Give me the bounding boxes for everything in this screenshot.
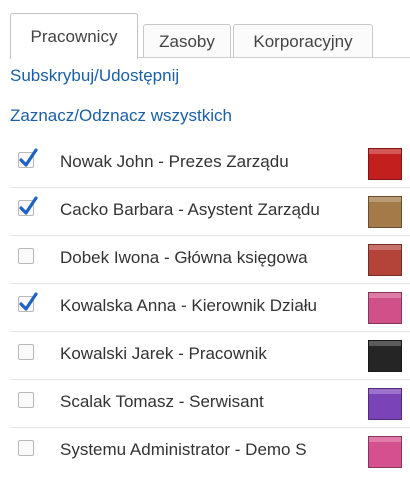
color-swatch[interactable] bbox=[368, 388, 402, 420]
employee-row[interactable]: Dobek Iwona - Główna księgowa bbox=[10, 236, 410, 284]
employee-checkbox[interactable] bbox=[18, 344, 34, 360]
subscribe-share-link[interactable]: Subskrybuj/Udostępnij bbox=[10, 66, 179, 86]
employee-label: Kowalska Anna - Kierownik Działu bbox=[60, 296, 318, 315]
employee-checkbox[interactable] bbox=[18, 292, 38, 312]
calendar-people-panel: Pracownicy Zasoby Korporacyjny Subskrybu… bbox=[10, 0, 410, 489]
color-swatch[interactable] bbox=[368, 292, 402, 324]
employee-list: Nowak John - Prezes Zarządu Cacko Barbara… bbox=[10, 140, 410, 476]
employee-label: Scalak Tomasz - Serwisant bbox=[60, 392, 264, 411]
checkmark-icon bbox=[19, 148, 38, 167]
select-all-link[interactable]: Zaznacz/Odznacz wszystkich bbox=[10, 106, 232, 126]
employee-label: Nowak John - Prezes Zarządu bbox=[60, 152, 289, 171]
employee-checkbox[interactable] bbox=[18, 248, 34, 264]
employee-row[interactable]: Scalak Tomasz - Serwisant bbox=[10, 380, 410, 428]
color-swatch[interactable] bbox=[368, 436, 402, 468]
checkmark-icon bbox=[19, 292, 38, 311]
employee-label: Kowalski Jarek - Pracownik bbox=[60, 344, 267, 363]
checkmark-icon bbox=[19, 196, 38, 215]
employee-row[interactable]: Kowalska Anna - Kierownik Działu bbox=[10, 284, 410, 332]
color-swatch[interactable] bbox=[368, 148, 402, 180]
tab-pracownicy[interactable]: Pracownicy bbox=[10, 13, 138, 59]
employee-label: Cacko Barbara - Asystent Zarządu bbox=[60, 200, 320, 219]
employee-checkbox[interactable] bbox=[18, 196, 38, 216]
tab-label: Korporacyjny bbox=[253, 31, 353, 51]
employee-checkbox[interactable] bbox=[18, 148, 38, 168]
color-swatch[interactable] bbox=[368, 244, 402, 276]
employee-label: Dobek Iwona - Główna księgowa bbox=[60, 248, 308, 267]
color-swatch[interactable] bbox=[368, 196, 402, 228]
employee-row[interactable]: Kowalski Jarek - Pracownik bbox=[10, 332, 410, 380]
employee-row[interactable]: Cacko Barbara - Asystent Zarządu bbox=[10, 188, 410, 236]
tab-korporacyjny[interactable]: Korporacyjny bbox=[233, 24, 373, 58]
employee-label: Systemu Administrator - Demo S bbox=[60, 440, 307, 459]
employee-checkbox[interactable] bbox=[18, 440, 34, 456]
tab-label: Zasoby bbox=[159, 31, 215, 51]
tab-label: Pracownicy bbox=[30, 26, 118, 46]
color-swatch[interactable] bbox=[368, 340, 402, 372]
employee-checkbox[interactable] bbox=[18, 392, 34, 408]
employee-row[interactable]: Systemu Administrator - Demo S bbox=[10, 428, 410, 476]
tab-zasoby[interactable]: Zasoby bbox=[143, 24, 231, 58]
tab-bar: Pracownicy Zasoby Korporacyjny bbox=[10, 12, 410, 59]
employee-row[interactable]: Nowak John - Prezes Zarządu bbox=[10, 140, 410, 188]
